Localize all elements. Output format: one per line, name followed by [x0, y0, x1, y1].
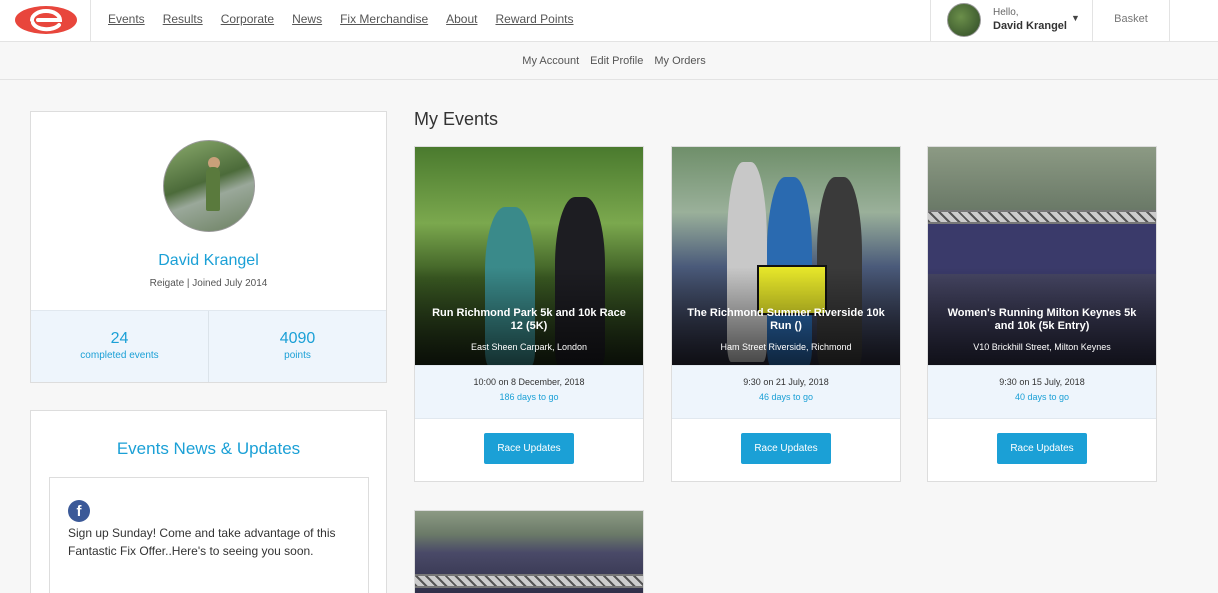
avatar [947, 3, 981, 37]
event-card[interactable]: Women's Running Milton Keynes 5k and 10k… [927, 146, 1157, 482]
news-post-text: Sign up Sunday! Come and take advantage … [68, 526, 336, 558]
event-image [415, 511, 643, 593]
stat-points: 4090 points [208, 311, 386, 382]
top-nav-bar: Events Results Corporate News Fix Mercha… [0, 0, 1218, 42]
user-menu[interactable]: Hello, David Krangel ▼ [930, 0, 1093, 42]
news-title: Events News & Updates [116, 439, 301, 458]
race-updates-button[interactable]: Race Updates [997, 433, 1087, 464]
event-title: The Richmond Summer Riverside 10k Run () [687, 307, 885, 332]
event-location: East Sheen Carpark, London [470, 342, 588, 352]
race-updates-button[interactable]: Race Updates [484, 433, 574, 464]
event-title: Run Richmond Park 5k and 10k Race 12 (5K… [432, 307, 626, 332]
event-date-panel: 10:00 on 8 December, 2018 186 days to go [415, 365, 643, 419]
event-datetime: 10:00 on 8 December, 2018 [473, 377, 585, 387]
event-countdown: 186 days to go [499, 392, 559, 402]
chevron-down-icon[interactable]: ▼ [1071, 13, 1080, 23]
stat-label: completed events [80, 350, 159, 361]
event-card[interactable]: The Richmond Summer Riverside 10k Run ()… [671, 146, 901, 482]
main-nav: Events Results Corporate News Fix Mercha… [108, 12, 574, 26]
event-card[interactable] [414, 510, 644, 593]
news-card: Events News & Updates f Sign up Sunday! … [30, 410, 387, 593]
nav-item-about[interactable]: About [446, 12, 477, 26]
profile-name: David Krangel [158, 252, 259, 269]
nav-item-corporate[interactable]: Corporate [221, 12, 274, 26]
stat-value: 4090 [279, 330, 316, 347]
event-countdown: 46 days to go [758, 392, 814, 402]
event-title: Women's Running Milton Keynes 5k and 10k… [947, 307, 1137, 332]
race-updates-button[interactable]: Race Updates [741, 433, 831, 464]
subnav-my-orders[interactable]: My Orders [654, 55, 705, 67]
user-greeting: Hello, [993, 7, 1019, 18]
nav-item-results[interactable]: Results [163, 12, 203, 26]
profile-subtitle: Reigate | Joined July 2014 [149, 278, 268, 289]
event-date-panel: 9:30 on 15 July, 2018 40 days to go [928, 365, 1156, 419]
subnav-edit-profile[interactable]: Edit Profile [590, 55, 643, 67]
logo-divider [90, 0, 91, 42]
account-subnav: My Account Edit Profile My Orders [0, 42, 1218, 80]
stat-completed-events: 24 completed events [31, 311, 208, 382]
event-countdown: 40 days to go [1014, 392, 1070, 402]
events-heading: My Events [414, 109, 499, 129]
user-name: David Krangel [993, 20, 1067, 32]
nav-item-events[interactable]: Events [108, 12, 145, 26]
event-datetime: 9:30 on 15 July, 2018 [999, 377, 1085, 387]
event-location: V10 Brickhill Street, Milton Keynes [973, 342, 1111, 352]
fix-logo-icon[interactable] [14, 5, 78, 35]
profile-card: David Krangel Reigate | Joined July 2014… [30, 111, 387, 383]
event-date-panel: 9:30 on 21 July, 2018 46 days to go [672, 365, 900, 419]
event-datetime: 9:30 on 21 July, 2018 [743, 377, 829, 387]
event-card[interactable]: Run Richmond Park 5k and 10k Race 12 (5K… [414, 146, 644, 482]
stat-value: 24 [110, 330, 129, 347]
facebook-icon[interactable]: f [68, 500, 90, 522]
nav-item-news[interactable]: News [292, 12, 322, 26]
subnav-my-account[interactable]: My Account [522, 55, 579, 67]
nav-item-reward-points[interactable]: Reward Points [495, 12, 573, 26]
profile-stats: 24 completed events 4090 points [31, 310, 386, 382]
news-post: f Sign up Sunday! Come and take advantag… [49, 477, 369, 593]
profile-avatar [163, 140, 255, 232]
basket-link[interactable]: Basket [1093, 0, 1170, 42]
stat-label: points [284, 350, 311, 361]
event-location: Ham Street Riverside, Richmond [720, 342, 852, 352]
nav-item-fix-merchandise[interactable]: Fix Merchandise [340, 12, 428, 26]
